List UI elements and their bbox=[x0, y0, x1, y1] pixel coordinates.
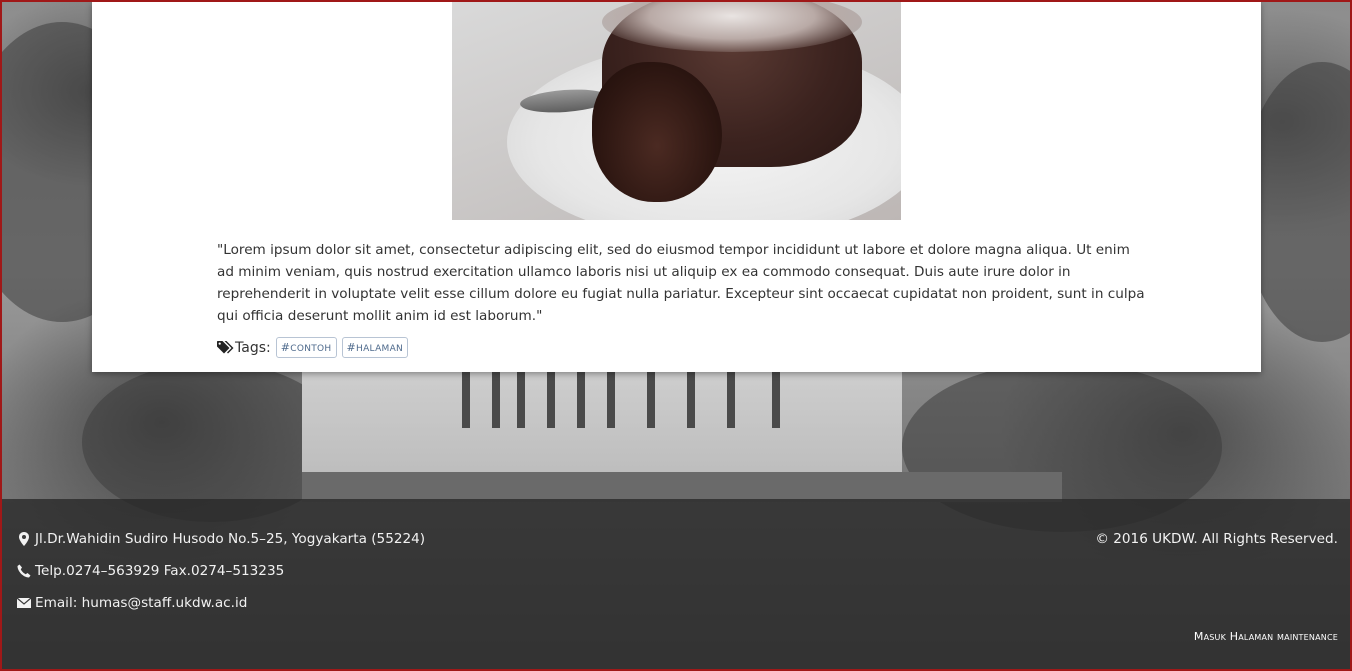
footer: Jl.Dr.Wahidin Sudiro Husodo No.5–25, Yog… bbox=[2, 499, 1350, 669]
tags-row: Tags: #contoh #halaman bbox=[217, 337, 409, 358]
article-body: "Lorem ipsum dolor sit amet, consectetur… bbox=[217, 242, 1145, 324]
footer-address-text: Jl.Dr.Wahidin Sudiro Husodo No.5–25, Yog… bbox=[35, 531, 426, 547]
tags-icon bbox=[217, 340, 234, 355]
tags-label: Tags: bbox=[235, 339, 271, 356]
tag-halaman[interactable]: #halaman bbox=[341, 337, 409, 358]
footer-email-text: Email: humas@staff.ukdw.ac.id bbox=[35, 595, 248, 611]
page: "Lorem ipsum dolor sit amet, consectetur… bbox=[0, 0, 1352, 671]
footer-address: Jl.Dr.Wahidin Sudiro Husodo No.5–25, Yog… bbox=[16, 531, 425, 547]
background-building-base bbox=[302, 472, 1062, 502]
phone-icon bbox=[16, 563, 32, 579]
footer-phone-text: Telp.0274–563929 Fax.0274–513235 bbox=[35, 563, 285, 579]
tag-contoh[interactable]: #contoh bbox=[275, 337, 337, 358]
article-card: "Lorem ipsum dolor sit amet, consectetur… bbox=[92, 2, 1261, 372]
copyright: © 2016 UKDW. All Rights Reserved. bbox=[1095, 531, 1338, 547]
map-marker-icon bbox=[16, 531, 32, 547]
article-image bbox=[452, 2, 901, 220]
footer-phone: Telp.0274–563929 Fax.0274–513235 bbox=[16, 563, 284, 579]
maintenance-link[interactable]: Masuk Halaman maintenance bbox=[1194, 630, 1338, 643]
footer-email: Email: humas@staff.ukdw.ac.id bbox=[16, 595, 247, 611]
envelope-icon bbox=[16, 595, 32, 611]
